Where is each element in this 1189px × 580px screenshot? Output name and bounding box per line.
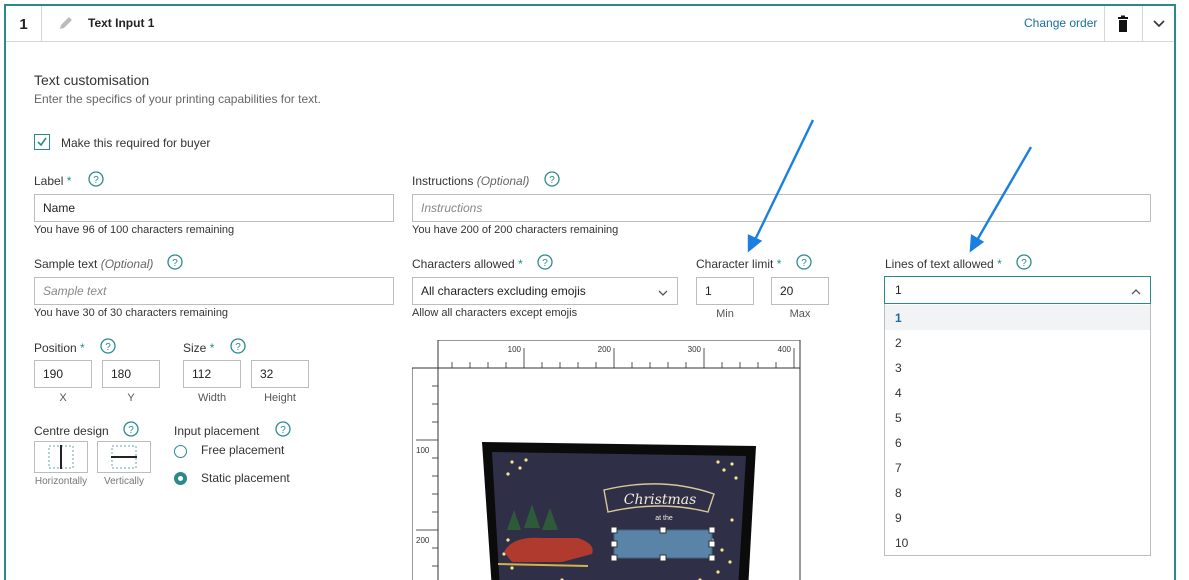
arrow-shaft (752, 119, 815, 243)
arrow-head (969, 233, 985, 253)
annotation-arrows (747, 119, 1033, 253)
arrow-shaft (974, 146, 1033, 243)
arrow-head (747, 234, 763, 253)
